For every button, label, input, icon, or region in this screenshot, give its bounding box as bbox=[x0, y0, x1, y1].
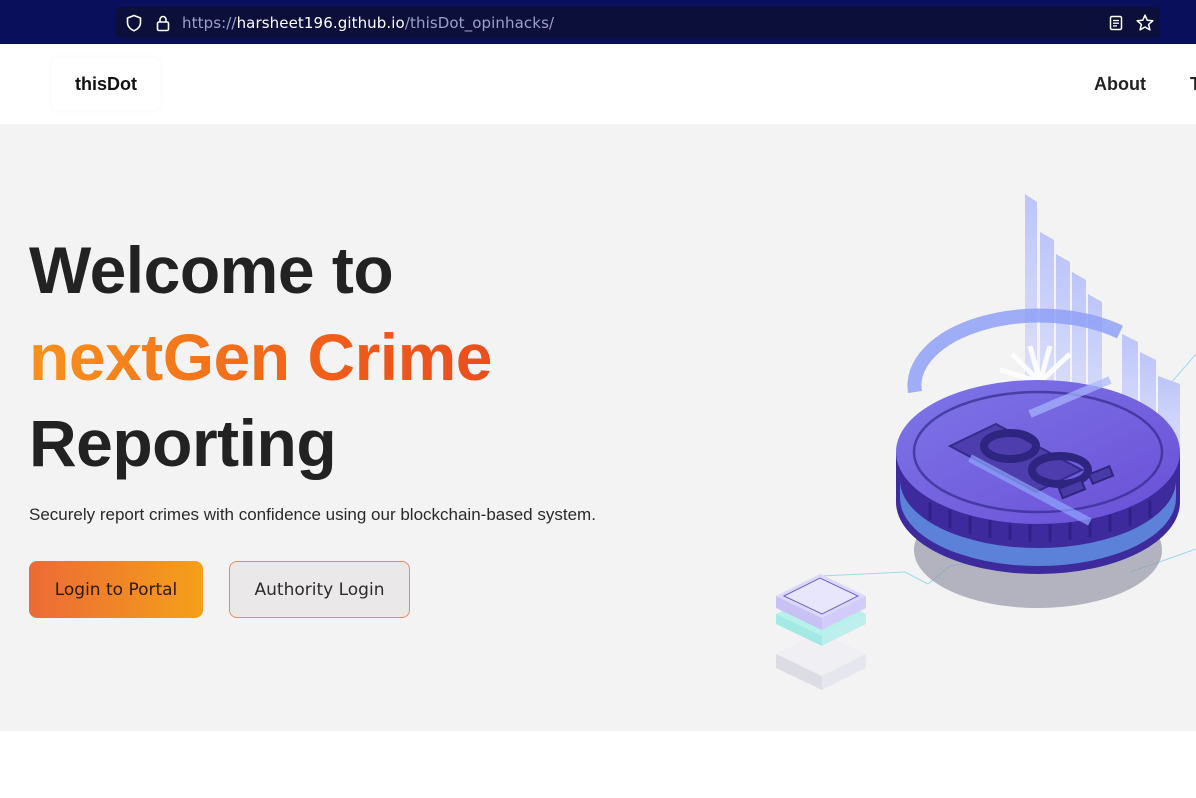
logo-text: thisDot bbox=[75, 73, 137, 94]
blockchain-coin-illustration bbox=[776, 194, 1196, 690]
hero-section: Welcome to nextGen Crime Reporting Secur… bbox=[0, 124, 1196, 731]
address-bar[interactable]: https://harsheet196.github.io/thisDot_op… bbox=[116, 7, 1160, 38]
hero-title-line2: nextGen Crime bbox=[29, 320, 492, 394]
nav-link-about[interactable]: About bbox=[1094, 74, 1146, 95]
hero-title-line1: Welcome to bbox=[29, 233, 394, 307]
browser-toolbar: https://harsheet196.github.io/thisDot_op… bbox=[0, 0, 1196, 44]
login-portal-button[interactable]: Login to Portal bbox=[29, 561, 203, 618]
site-navbar: thisDot About T bbox=[0, 44, 1196, 124]
block-cube-decoration bbox=[776, 574, 866, 690]
nav-link-cutoff[interactable]: T bbox=[1190, 74, 1196, 95]
bookmark-star-icon[interactable] bbox=[1135, 13, 1155, 33]
url-text[interactable]: https://harsheet196.github.io/thisDot_op… bbox=[182, 14, 554, 32]
reader-view-icon[interactable] bbox=[1106, 13, 1126, 33]
hero-subtitle: Securely report crimes with confidence u… bbox=[29, 505, 596, 524]
below-hero-area bbox=[0, 731, 1196, 798]
authority-login-button[interactable]: Authority Login bbox=[229, 561, 410, 618]
site-logo[interactable]: thisDot bbox=[52, 58, 160, 110]
hero-title-line3: Reporting bbox=[29, 406, 337, 480]
lock-icon[interactable] bbox=[153, 13, 173, 33]
shield-icon[interactable] bbox=[124, 13, 144, 33]
